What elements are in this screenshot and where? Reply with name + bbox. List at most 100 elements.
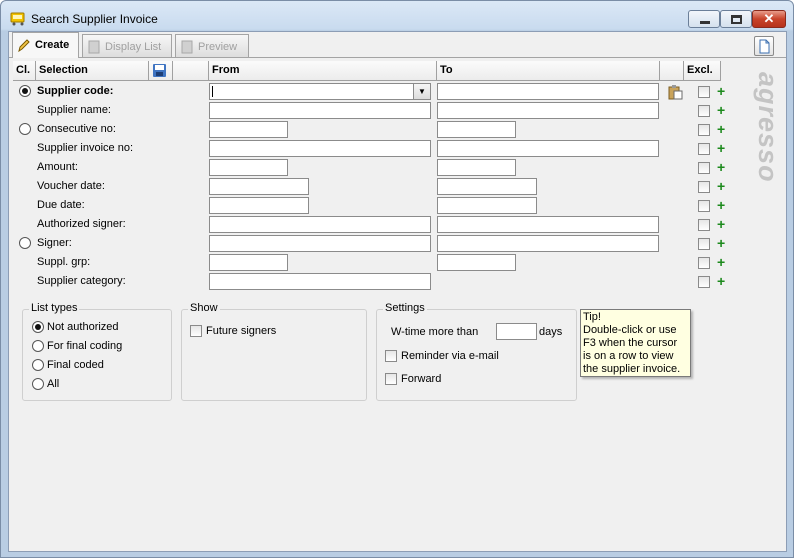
- wtime-days-input[interactable]: [496, 323, 537, 340]
- save-icon: [153, 64, 166, 77]
- add-row-icon[interactable]: +: [717, 216, 725, 232]
- from-input[interactable]: [209, 102, 431, 119]
- list-icon: [88, 40, 100, 54]
- selection-grid: Cl. Selection From To Excl. Supplier cod…: [13, 61, 746, 294]
- preview-icon: [181, 40, 193, 54]
- table-row: Supplier code: ▼ +: [13, 82, 746, 101]
- add-row-icon[interactable]: +: [717, 121, 725, 137]
- row-label: Amount:: [37, 161, 78, 173]
- option-label: Final coded: [47, 359, 104, 371]
- exclude-checkbox[interactable]: [698, 105, 710, 117]
- future-signers-label: Future signers: [206, 325, 277, 337]
- settings-group: Settings W-time more than days Reminder …: [376, 302, 577, 401]
- radio-not-authorized[interactable]: [32, 321, 44, 333]
- header-spacer: [173, 61, 209, 81]
- to-input[interactable]: [437, 159, 516, 176]
- to-input[interactable]: [437, 197, 537, 214]
- to-input[interactable]: [437, 178, 537, 195]
- tab-display-list[interactable]: Display List: [82, 34, 172, 58]
- from-input[interactable]: [209, 178, 309, 195]
- header-to: To: [437, 61, 660, 81]
- table-row: Signer: +: [13, 234, 746, 253]
- row-radio[interactable]: [19, 237, 31, 249]
- to-input[interactable]: [437, 254, 516, 271]
- header-from: From: [209, 61, 437, 81]
- add-row-icon[interactable]: +: [717, 140, 725, 156]
- row-radio[interactable]: [19, 85, 31, 97]
- row-radio[interactable]: [19, 123, 31, 135]
- row-label: Due date:: [37, 199, 85, 211]
- table-row: Suppl. grp: +: [13, 253, 746, 272]
- add-row-icon[interactable]: +: [717, 273, 725, 289]
- option-label: Not authorized: [47, 321, 119, 333]
- maximize-button[interactable]: [720, 10, 752, 28]
- exclude-checkbox[interactable]: [698, 86, 710, 98]
- exclude-checkbox[interactable]: [698, 143, 710, 155]
- table-row: Supplier category: +: [13, 272, 746, 291]
- forward-label: Forward: [401, 373, 442, 385]
- to-input[interactable]: [437, 83, 659, 100]
- pencil-icon: [18, 39, 30, 52]
- exclude-checkbox[interactable]: [698, 257, 710, 269]
- from-input[interactable]: [209, 254, 288, 271]
- clipboard-icon[interactable]: [667, 84, 683, 100]
- text-cursor: [212, 86, 213, 97]
- to-input[interactable]: [437, 235, 659, 252]
- add-row-icon[interactable]: +: [717, 197, 725, 213]
- minimize-button[interactable]: [688, 10, 720, 28]
- to-input[interactable]: [437, 140, 659, 157]
- add-row-icon[interactable]: +: [717, 102, 725, 118]
- add-row-icon[interactable]: +: [717, 159, 725, 175]
- days-label: days: [539, 326, 563, 338]
- future-signers-checkbox[interactable]: [190, 325, 202, 337]
- radio-final-coded[interactable]: [32, 359, 44, 371]
- add-row-icon[interactable]: +: [717, 235, 725, 251]
- add-row-icon[interactable]: +: [717, 254, 725, 270]
- to-input[interactable]: [437, 121, 516, 138]
- from-input[interactable]: [209, 235, 431, 252]
- tip-title: Tip!: [583, 311, 601, 323]
- row-label: Supplier name:: [37, 104, 111, 116]
- from-input[interactable]: [209, 140, 431, 157]
- reminder-email-checkbox[interactable]: [385, 350, 397, 362]
- tab-divider: [9, 57, 786, 58]
- tab-preview[interactable]: Preview: [175, 34, 249, 58]
- dropdown-arrow-icon[interactable]: ▼: [413, 84, 430, 99]
- reminder-email-label: Reminder via e-mail: [401, 350, 499, 362]
- add-row-icon[interactable]: +: [717, 83, 725, 99]
- exclude-checkbox[interactable]: [698, 238, 710, 250]
- exclude-checkbox[interactable]: [698, 200, 710, 212]
- exclude-checkbox[interactable]: [698, 276, 710, 288]
- radio-all[interactable]: [32, 378, 44, 390]
- row-label: Signer:: [37, 237, 72, 249]
- table-row: Voucher date: +: [13, 177, 746, 196]
- forward-checkbox[interactable]: [385, 373, 397, 385]
- row-label: Authorized signer:: [37, 218, 126, 230]
- title-bar[interactable]: Search Supplier Invoice ✕: [1, 1, 793, 31]
- table-row: Consecutive no: +: [13, 120, 746, 139]
- radio-for-final-coding[interactable]: [32, 340, 44, 352]
- add-row-icon[interactable]: +: [717, 178, 725, 194]
- header-selection: Selection: [36, 61, 149, 81]
- from-input[interactable]: [209, 273, 431, 290]
- exclude-checkbox[interactable]: [698, 181, 710, 193]
- from-combobox[interactable]: ▼: [209, 83, 431, 100]
- from-input[interactable]: [209, 121, 288, 138]
- from-input[interactable]: [209, 216, 431, 233]
- close-button[interactable]: ✕: [752, 10, 786, 28]
- table-row: Authorized signer: +: [13, 215, 746, 234]
- to-input[interactable]: [437, 216, 659, 233]
- tab-create[interactable]: Create: [12, 32, 79, 58]
- row-label: Supplier invoice no:: [37, 142, 134, 154]
- exclude-checkbox[interactable]: [698, 162, 710, 174]
- from-input[interactable]: [209, 159, 288, 176]
- from-input[interactable]: [209, 197, 309, 214]
- exclude-checkbox[interactable]: [698, 219, 710, 231]
- table-row: Amount: +: [13, 158, 746, 177]
- to-input[interactable]: [437, 102, 659, 119]
- option-label: For final coding: [47, 340, 123, 352]
- shopping-cart-icon: [10, 12, 25, 26]
- new-document-button[interactable]: [754, 36, 774, 56]
- save-selection-button[interactable]: [149, 61, 173, 81]
- exclude-checkbox[interactable]: [698, 124, 710, 136]
